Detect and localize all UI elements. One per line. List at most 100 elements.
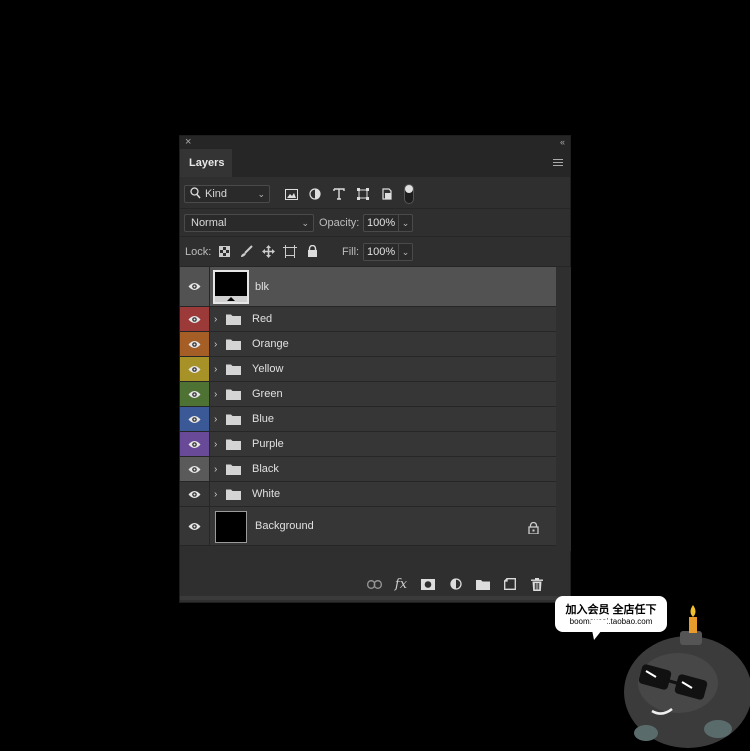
layer-row[interactable]: › Yellow xyxy=(180,357,556,382)
bomb-mascot-icon xyxy=(624,605,750,748)
layer-row[interactable]: › Orange xyxy=(180,332,556,357)
layer-name: Blue xyxy=(252,413,275,425)
image-filter-icon[interactable] xyxy=(282,185,300,203)
layer-name: blk xyxy=(255,280,270,293)
visibility-eye-icon[interactable] xyxy=(180,407,210,431)
visibility-eye-icon[interactable] xyxy=(180,432,210,456)
visibility-eye-icon[interactable] xyxy=(180,482,210,506)
blend-mode-value: Normal xyxy=(191,217,227,229)
fx-label: fx xyxy=(394,576,408,592)
chevron-down-icon: ⌄ xyxy=(257,189,265,199)
kind-filter-dropdown[interactable]: Kind ⌄ xyxy=(184,185,270,203)
lock-position-icon[interactable] xyxy=(260,243,276,259)
lock-image-pixels-icon[interactable] xyxy=(238,243,254,259)
lock-all-icon[interactable] xyxy=(304,243,320,259)
folder-icon xyxy=(226,332,241,356)
search-icon xyxy=(190,187,201,204)
layers-panel: × ‹‹ Layers Kind ⌄ Normal ⌄ Opacity: 100… xyxy=(179,135,571,603)
layer-thumbnail[interactable] xyxy=(213,270,249,304)
chevron-right-icon[interactable]: › xyxy=(214,432,217,456)
chevron-right-icon[interactable]: › xyxy=(214,332,217,356)
delete-layer-icon[interactable] xyxy=(529,576,545,592)
chevron-right-icon[interactable]: › xyxy=(214,307,217,331)
folder-icon xyxy=(226,482,241,506)
lock-artboard-icon[interactable] xyxy=(282,243,298,259)
layer-row[interactable]: blk xyxy=(180,267,556,307)
visibility-eye-icon[interactable] xyxy=(180,382,210,406)
toggle-knob xyxy=(405,185,413,193)
visibility-eye-icon[interactable] xyxy=(180,507,210,545)
chevron-right-icon[interactable]: › xyxy=(214,457,217,481)
fill-input[interactable]: 100% xyxy=(363,243,399,261)
folder-icon xyxy=(226,407,241,431)
visibility-eye-icon[interactable] xyxy=(180,332,210,356)
new-layer-icon[interactable] xyxy=(502,576,518,592)
type-filter-icon[interactable] xyxy=(330,185,348,203)
panel-menu-icon[interactable] xyxy=(553,159,563,167)
layers-empty-area xyxy=(180,551,570,572)
chevron-down-icon: ⌄ xyxy=(301,218,309,228)
fill-label: Fill: xyxy=(342,246,360,258)
tab-layers[interactable]: Layers xyxy=(180,149,232,177)
layer-row[interactable]: Background xyxy=(180,507,556,546)
panel-titlebar: × ‹‹ xyxy=(180,136,570,149)
layer-name: Purple xyxy=(252,438,284,450)
visibility-eye-icon[interactable] xyxy=(180,457,210,481)
filter-toggle[interactable] xyxy=(404,184,414,204)
smart-object-filter-icon[interactable] xyxy=(378,185,396,203)
folder-icon xyxy=(226,457,241,481)
layer-row[interactable]: › Red xyxy=(180,307,556,332)
chevron-right-icon[interactable]: › xyxy=(214,482,217,506)
lock-label: Lock: xyxy=(185,246,212,258)
adjustment-filter-icon[interactable] xyxy=(306,185,324,203)
layer-row[interactable]: › White xyxy=(180,482,556,507)
opacity-label: Opacity: xyxy=(319,217,360,229)
lock-row: Lock: Fill: 100% ⌄ xyxy=(180,237,570,267)
link-layers-icon[interactable] xyxy=(366,576,382,592)
folder-icon xyxy=(226,432,241,456)
folder-icon xyxy=(226,307,241,331)
folder-icon xyxy=(226,357,241,381)
layer-row[interactable]: › Green xyxy=(180,382,556,407)
fx-icon[interactable]: fx xyxy=(393,576,409,592)
layer-row[interactable]: › Black xyxy=(180,457,556,482)
add-mask-icon[interactable] xyxy=(420,576,436,592)
panel-tabbar: Layers xyxy=(180,149,570,177)
kind-filter-label: Kind xyxy=(205,188,228,200)
adjustment-layer-icon[interactable] xyxy=(448,576,464,592)
shape-filter-icon[interactable] xyxy=(354,185,372,203)
layer-name: Yellow xyxy=(252,363,284,375)
bottom-toolbar: fx xyxy=(180,572,570,596)
visibility-eye-icon[interactable] xyxy=(180,357,210,381)
layer-name: Black xyxy=(252,463,279,475)
layer-row[interactable]: › Blue xyxy=(180,407,556,432)
folder-icon xyxy=(226,382,241,406)
blend-row: Normal ⌄ Opacity: 100% ⌄ xyxy=(180,209,570,237)
collapse-icon[interactable]: ‹‹ xyxy=(560,136,565,149)
panel-bottom-edge xyxy=(180,596,570,600)
layer-name: Orange xyxy=(252,338,289,350)
layer-name: Red xyxy=(252,313,273,325)
new-group-icon[interactable] xyxy=(475,576,491,592)
opacity-dropdown[interactable]: ⌄ xyxy=(399,214,413,232)
layers-scrollbar[interactable] xyxy=(556,267,571,551)
close-icon[interactable]: × xyxy=(185,136,191,149)
filter-row: Kind ⌄ xyxy=(180,177,570,209)
visibility-eye-icon[interactable] xyxy=(180,307,210,331)
layer-name: Background xyxy=(255,520,314,532)
layer-name: White xyxy=(252,488,281,500)
opacity-input[interactable]: 100% xyxy=(363,214,399,232)
layer-thumbnail[interactable] xyxy=(215,511,247,543)
chevron-right-icon[interactable]: › xyxy=(214,357,217,381)
chevron-right-icon[interactable]: › xyxy=(214,382,217,406)
speech-tail xyxy=(590,620,610,640)
chevron-right-icon[interactable]: › xyxy=(214,407,217,431)
layers-list: blk › Red › Orange › Yellow › Green › Blue › Purple ›… xyxy=(180,267,556,551)
lock-icon[interactable] xyxy=(528,521,539,539)
layer-row[interactable]: › Purple xyxy=(180,432,556,457)
lock-transparent-pixels-icon[interactable] xyxy=(216,243,232,259)
layer-name: Green xyxy=(252,388,283,400)
visibility-eye-icon[interactable] xyxy=(180,267,210,306)
fill-dropdown[interactable]: ⌄ xyxy=(399,243,413,261)
blend-mode-dropdown[interactable]: Normal ⌄ xyxy=(184,214,314,232)
